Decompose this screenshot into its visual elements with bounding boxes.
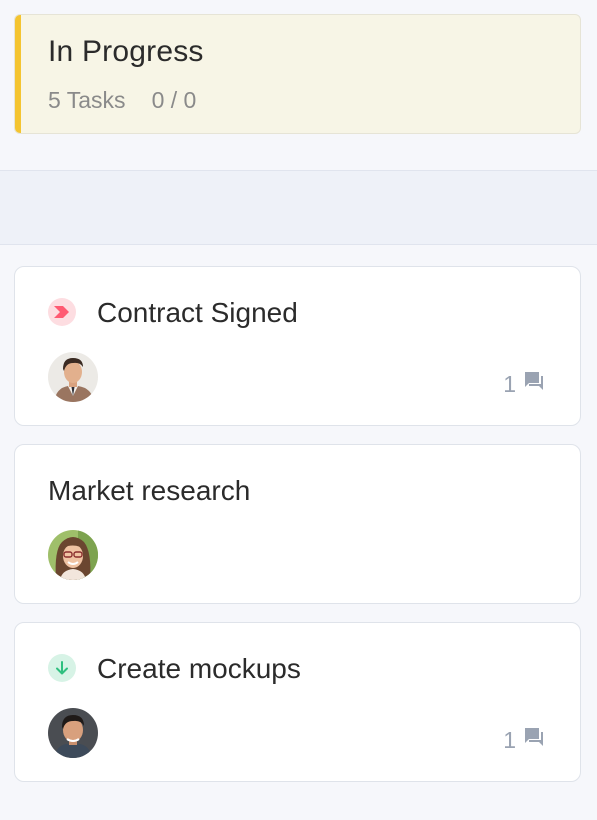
task-card[interactable]: Create mockups 1 xyxy=(14,622,581,782)
low-priority-icon xyxy=(48,654,76,682)
assignee-avatar[interactable] xyxy=(48,708,98,758)
high-priority-icon xyxy=(48,298,76,326)
task-card[interactable]: Contract Signed 1 xyxy=(14,266,581,426)
comment-icon xyxy=(522,725,546,755)
column-progress: 0 / 0 xyxy=(151,87,197,113)
comments-count[interactable]: 1 xyxy=(503,725,546,755)
comment-icon xyxy=(522,369,546,399)
task-title: Create mockups xyxy=(97,653,301,684)
assignee-avatar[interactable] xyxy=(48,352,98,402)
comments-number: 1 xyxy=(503,370,516,397)
column-header[interactable]: In Progress 5 Tasks 0 / 0 xyxy=(14,14,581,134)
comments-number: 1 xyxy=(503,726,516,753)
column-accent-bar xyxy=(15,15,21,133)
column-task-count: 5 Tasks xyxy=(48,87,126,113)
task-title: Contract Signed xyxy=(97,297,298,328)
task-title: Market research xyxy=(48,475,251,506)
comments-count[interactable]: 1 xyxy=(503,369,546,399)
column-drop-zone[interactable] xyxy=(0,170,597,245)
column-title: In Progress xyxy=(48,35,204,68)
assignee-avatar[interactable] xyxy=(48,530,98,580)
kanban-column: In Progress 5 Tasks 0 / 0 Contract Signed xyxy=(0,0,597,820)
column-meta: 5 Tasks 0 / 0 xyxy=(48,87,196,114)
task-card[interactable]: Market research xyxy=(14,444,581,604)
